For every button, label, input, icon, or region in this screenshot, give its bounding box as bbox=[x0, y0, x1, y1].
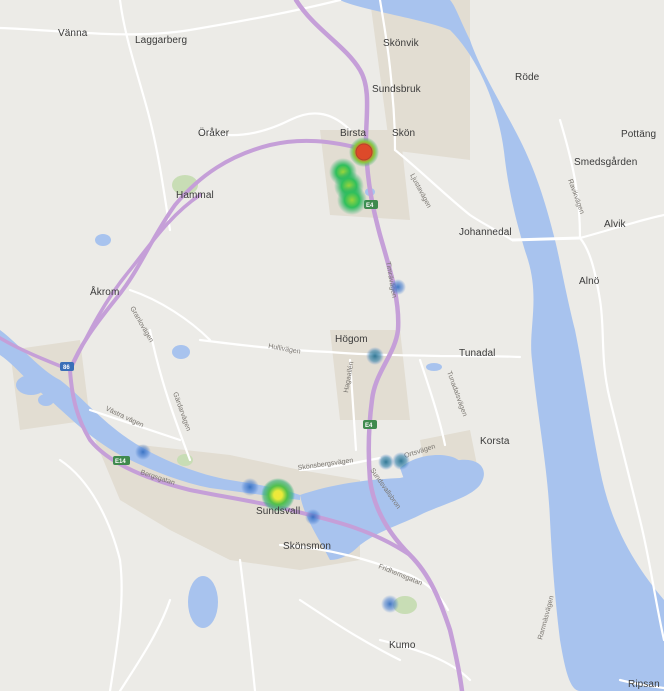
place-pottang: Pottäng bbox=[621, 129, 657, 140]
shield-e4-mid: E4 bbox=[363, 420, 377, 429]
heat-ortsvagen-1 bbox=[378, 454, 394, 470]
place-alvik: Alvik bbox=[604, 219, 626, 230]
shield-road86: 86 bbox=[60, 362, 74, 371]
place-korsta: Korsta bbox=[480, 436, 510, 447]
place-skon: Skön bbox=[392, 128, 416, 139]
place-vanna: Vänna bbox=[58, 28, 88, 39]
lake bbox=[95, 234, 111, 246]
place-ripsand: Ripsan bbox=[628, 679, 660, 690]
place-akrom: Åkrom bbox=[90, 287, 120, 298]
alno-bridge bbox=[511, 236, 581, 242]
place-skonsmon: Skönsmon bbox=[283, 541, 332, 552]
place-birsta: Birsta bbox=[340, 128, 367, 139]
place-johannedal: Johannedal bbox=[459, 227, 512, 238]
heat-birsta-top-core bbox=[355, 143, 373, 161]
svg-text:E14: E14 bbox=[115, 459, 126, 465]
place-smedsgarden: Smedsgården bbox=[574, 157, 638, 168]
place-hogom: Högom bbox=[335, 334, 368, 345]
place-sundsvall: Sundsvall bbox=[256, 506, 301, 517]
place-oraker: Öråker bbox=[198, 128, 230, 139]
heat-kumo bbox=[381, 595, 399, 613]
place-alno: Alnö bbox=[579, 276, 600, 287]
lake bbox=[172, 345, 190, 359]
lake bbox=[426, 363, 442, 371]
map-canvas[interactable]: Ljustavägen Hullivägen Västra vägen Berg… bbox=[0, 0, 664, 691]
heat-skonsmon bbox=[305, 509, 321, 525]
heat-ortsvagen-2 bbox=[392, 452, 410, 470]
heat-hogom bbox=[366, 347, 384, 365]
heat-birsta-mall-3 bbox=[337, 185, 367, 215]
lake bbox=[188, 576, 218, 628]
place-sundsbruk: Sundsbruk bbox=[372, 84, 421, 95]
svg-text:86: 86 bbox=[63, 365, 70, 371]
place-tunadal: Tunadal bbox=[459, 348, 496, 359]
place-laggarberg: Laggarberg bbox=[135, 35, 188, 46]
place-skonvik: Skönvik bbox=[383, 38, 419, 49]
heat-west-e14 bbox=[135, 444, 151, 460]
svg-text:E4: E4 bbox=[366, 203, 374, 209]
heat-sundsvall-west bbox=[241, 478, 259, 496]
map-layer: Ljustavägen Hullivägen Västra vägen Berg… bbox=[0, 0, 664, 691]
place-kumo: Kumo bbox=[389, 640, 416, 651]
place-hammal: Hammal bbox=[176, 190, 214, 201]
place-rode: Röde bbox=[515, 72, 540, 83]
lake bbox=[38, 394, 54, 406]
shield-e14-west: E14 bbox=[113, 456, 130, 465]
svg-text:E4: E4 bbox=[365, 423, 373, 429]
lake bbox=[16, 375, 46, 395]
heat-ne-road bbox=[390, 279, 406, 295]
